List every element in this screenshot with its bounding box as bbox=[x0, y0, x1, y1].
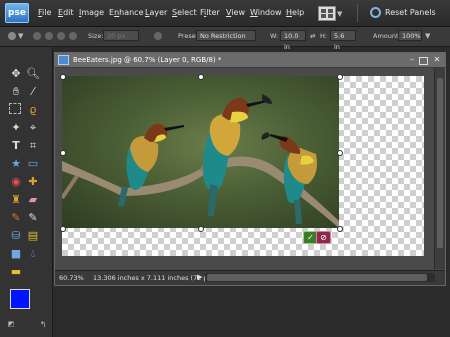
menu-image[interactable]: Image bbox=[79, 8, 104, 17]
options-bar: ▼ Size: 20 px Preset: No Restriction W: … bbox=[0, 27, 450, 51]
vertical-scrollbar[interactable] bbox=[434, 68, 445, 269]
swap-icon[interactable]: ⇄ bbox=[310, 32, 315, 40]
hand-tool-icon[interactable]: ✋︎ bbox=[9, 85, 23, 98]
size-label: Size: bbox=[88, 32, 104, 40]
width-label: W: bbox=[270, 32, 279, 40]
sponge-tool-icon[interactable]: ▬ bbox=[9, 265, 23, 278]
foreground-color-swatch[interactable] bbox=[10, 289, 30, 309]
paint-bucket-tool-icon[interactable]: ⛁ bbox=[9, 229, 23, 242]
document-icon bbox=[58, 55, 69, 65]
close-icon[interactable]: ✕ bbox=[432, 55, 442, 65]
brush-mode-icon[interactable] bbox=[45, 32, 53, 40]
clone-stamp-tool-icon[interactable]: ♜ bbox=[9, 193, 23, 206]
zoom-tool-icon[interactable]: 🔍︎ bbox=[26, 67, 40, 80]
photo-image bbox=[62, 94, 339, 228]
transform-handle[interactable] bbox=[60, 226, 66, 232]
reset-panels-icon[interactable] bbox=[370, 7, 381, 18]
photo-bee-eaters[interactable] bbox=[62, 76, 339, 228]
crop-tool-icon[interactable]: ⌗ bbox=[26, 139, 40, 152]
transform-handle[interactable] bbox=[337, 226, 343, 232]
cookie-cutter-tool-icon[interactable]: ★ bbox=[9, 157, 23, 170]
eraser-tool-icon[interactable]: ▰ bbox=[26, 193, 40, 206]
menu-edit[interactable]: Edit bbox=[58, 8, 74, 17]
maximize-icon[interactable] bbox=[419, 57, 428, 65]
menu-select[interactable]: Select bbox=[172, 8, 197, 17]
eyedropper-tool-icon[interactable]: ⁄ bbox=[26, 85, 40, 98]
move-tool-icon[interactable]: ✥ bbox=[9, 67, 23, 80]
vertical-scroll-thumb[interactable] bbox=[437, 78, 443, 248]
reset-panels-button[interactable]: Reset Panels bbox=[385, 8, 436, 17]
divider bbox=[357, 4, 358, 22]
smart-brush-tool-icon[interactable]: ✎ bbox=[26, 211, 40, 224]
menu-bar: pse File Edit Image Enhance Layer Select… bbox=[0, 0, 450, 27]
amount-field[interactable]: 100% bbox=[398, 30, 422, 41]
magic-wand-tool-icon[interactable]: ✦ bbox=[9, 121, 23, 134]
app-logo: pse bbox=[5, 3, 29, 23]
refine-icon[interactable] bbox=[154, 32, 162, 40]
transform-handle[interactable] bbox=[198, 74, 204, 80]
preset-dropdown[interactable]: No Restriction bbox=[196, 30, 256, 41]
menu-enhance[interactable]: Enhance bbox=[109, 8, 144, 17]
zoom-level[interactable]: 60.73% bbox=[59, 274, 84, 282]
tool-preset-icon[interactable] bbox=[8, 32, 16, 40]
blur-tool-icon[interactable]: 💧︎ bbox=[26, 247, 40, 260]
horizontal-scrollbar[interactable] bbox=[205, 273, 435, 282]
brush-mode-icon[interactable] bbox=[57, 32, 65, 40]
minimize-icon[interactable]: – bbox=[407, 55, 417, 65]
checkmark-icon: ✓ bbox=[307, 233, 314, 242]
height-field[interactable]: 5.6 in bbox=[330, 30, 356, 51]
cancel-transform-button[interactable]: ⊘ bbox=[316, 231, 331, 244]
menu-window[interactable]: Window bbox=[250, 8, 282, 17]
brush-mode-icon[interactable] bbox=[33, 32, 41, 40]
menu-help[interactable]: Help bbox=[286, 8, 304, 17]
transform-handle[interactable] bbox=[198, 226, 204, 232]
play-icon[interactable]: ▶ bbox=[197, 273, 202, 281]
red-eye-tool-icon[interactable]: ◉ bbox=[9, 175, 23, 188]
reset-colors-icon[interactable]: ◩ bbox=[4, 318, 18, 331]
transform-handle[interactable] bbox=[60, 150, 66, 156]
amount-label: Amount: bbox=[373, 32, 401, 40]
chevron-down-icon[interactable]: ▼ bbox=[425, 32, 430, 40]
panel-layout-icon[interactable] bbox=[318, 6, 336, 21]
type-tool-icon[interactable]: T bbox=[9, 139, 23, 152]
menu-layer[interactable]: Layer bbox=[145, 8, 167, 17]
chevron-down-icon[interactable]: ▼ bbox=[337, 10, 342, 18]
horizontal-scroll-thumb[interactable] bbox=[207, 274, 427, 281]
size-field[interactable]: 20 px bbox=[103, 30, 139, 41]
width-field[interactable]: 10.0 in bbox=[280, 30, 306, 51]
height-label: H: bbox=[320, 32, 328, 40]
canvas-area[interactable]: ✓ ⊘ bbox=[56, 68, 433, 269]
document-title-bar[interactable]: BeeEaters.jpg @ 60.7% (Layer 0, RGB/8) *… bbox=[55, 53, 445, 68]
menu-file[interactable]: File bbox=[38, 8, 51, 17]
swap-colors-icon[interactable]: ↰ bbox=[36, 318, 50, 331]
transform-handle[interactable] bbox=[337, 74, 343, 80]
transform-handle[interactable] bbox=[60, 74, 66, 80]
quick-selection-tool-icon[interactable]: ⌖ bbox=[26, 121, 40, 134]
cancel-icon: ⊘ bbox=[320, 233, 327, 242]
transform-handle[interactable] bbox=[337, 150, 343, 156]
chevron-down-icon[interactable]: ▼ bbox=[18, 32, 23, 40]
brush-mode-icon[interactable] bbox=[69, 32, 77, 40]
document-window: BeeEaters.jpg @ 60.7% (Layer 0, RGB/8) *… bbox=[54, 52, 446, 286]
document-title: BeeEaters.jpg @ 60.7% (Layer 0, RGB/8) * bbox=[73, 56, 222, 64]
menu-view[interactable]: View bbox=[226, 8, 245, 17]
spot-healing-tool-icon[interactable]: ✚ bbox=[26, 175, 40, 188]
gradient-tool-icon[interactable]: ▤ bbox=[26, 229, 40, 242]
lasso-tool-icon[interactable]: ϱ bbox=[26, 103, 40, 116]
shape-tool-icon[interactable]: ■ bbox=[9, 247, 23, 260]
recompose-tool-icon[interactable]: ▭ bbox=[26, 157, 40, 170]
brush-tool-icon[interactable]: ✎ bbox=[9, 211, 23, 224]
menu-filter[interactable]: Filter bbox=[200, 8, 220, 17]
marquee-tool-icon[interactable] bbox=[9, 103, 21, 114]
status-bar: 60.73% 13.306 inches x 7.111 inches (72 … bbox=[55, 270, 445, 285]
